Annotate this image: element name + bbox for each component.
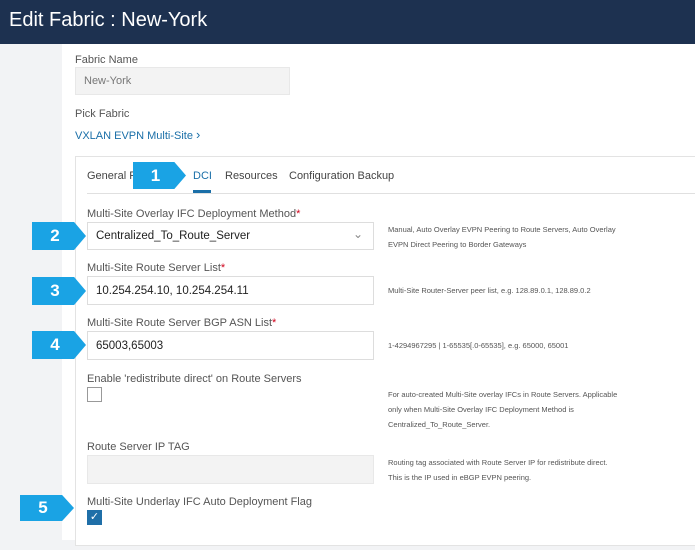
dialog-header: Edit Fabric : New-York	[0, 0, 695, 44]
rs-asn-input[interactable]: 65003,65003	[87, 331, 374, 360]
tab-configuration-backup[interactable]: Configuration Backup	[289, 170, 394, 182]
dialog-title: Edit Fabric : New-York	[9, 9, 208, 31]
underlay-label: Multi-Site Underlay IFC Auto Deployment …	[87, 496, 312, 508]
rs-list-label: Multi-Site Route Server List*	[87, 262, 225, 274]
rs-list-help: Multi-Site Router-Server peer list, e.g.…	[388, 286, 591, 295]
tab-dci[interactable]: DCI	[193, 170, 212, 182]
ip-tag-input[interactable]	[87, 455, 374, 484]
redistribute-checkbox[interactable]	[87, 387, 102, 402]
ip-tag-help: Routing tag associated with Route Server…	[388, 458, 608, 482]
deploy-method-help: Manual, Auto Overlay EVPN Peering to Rou…	[388, 225, 616, 249]
fabric-name-input[interactable]: New-York	[75, 67, 290, 95]
pick-fabric-value: VXLAN EVPN Multi-Site	[75, 130, 193, 142]
tab-general[interactable]: General P	[87, 170, 137, 182]
underlay-checkbox[interactable]: ✓	[87, 510, 102, 525]
fabric-name-label: Fabric Name	[75, 54, 138, 66]
redistribute-label: Enable 'redistribute direct' on Route Se…	[87, 373, 302, 385]
label-text: Multi-Site Route Server List	[87, 262, 221, 274]
tab-divider	[87, 193, 695, 194]
checkmark-icon: ✓	[89, 511, 100, 523]
required-marker: *	[272, 317, 277, 329]
label-text: Multi-Site Route Server BGP ASN List	[87, 317, 273, 329]
required-marker: *	[296, 208, 301, 220]
pick-fabric-link[interactable]: VXLAN EVPN Multi-Site ›	[75, 127, 200, 142]
rs-asn-help: 1-4294967295 | 1-65535[.0-65535], e.g. 6…	[388, 341, 569, 350]
redistribute-help: For auto-created Multi-Site overlay IFCs…	[388, 390, 618, 429]
deploy-method-label: Multi-Site Overlay IFC Deployment Method…	[87, 208, 300, 220]
deploy-method-select[interactable]: Centralized_To_Route_Server ⌄	[87, 222, 374, 250]
chevron-right-icon: ›	[196, 127, 201, 142]
chevron-down-icon: ⌄	[352, 227, 363, 241]
rs-list-input[interactable]: 10.254.254.10, 10.254.254.11	[87, 276, 374, 305]
rs-asn-label: Multi-Site Route Server BGP ASN List*	[87, 317, 276, 329]
required-marker: *	[220, 262, 226, 274]
label-text: Multi-Site Overlay IFC Deployment Method	[87, 208, 297, 220]
tab-resources[interactable]: Resources	[225, 170, 278, 182]
ip-tag-label: Route Server IP TAG	[87, 441, 190, 453]
pick-fabric-label: Pick Fabric	[75, 108, 130, 120]
select-value: Centralized_To_Route_Server	[96, 230, 251, 242]
